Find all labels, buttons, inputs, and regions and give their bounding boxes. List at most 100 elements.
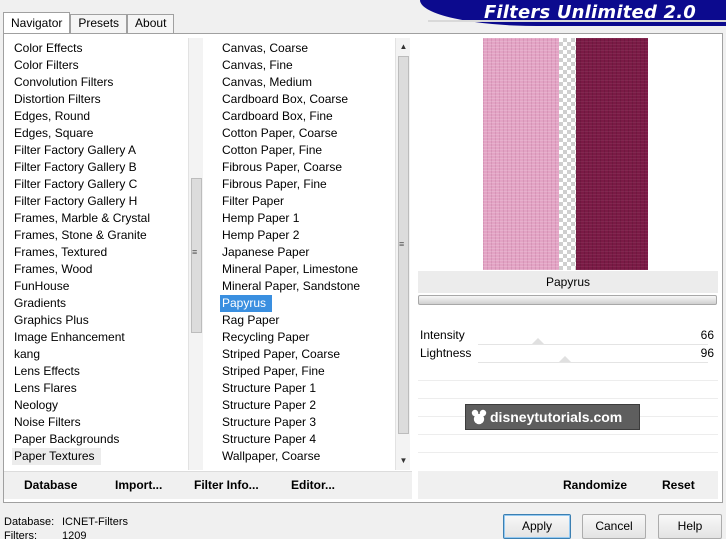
- filter-scrollbar[interactable]: ▲ ≡ ▼: [395, 38, 410, 470]
- list-item[interactable]: Frames, Wood: [12, 261, 187, 278]
- list-item[interactable]: Cardboard Box, Fine: [220, 108, 392, 125]
- scroll-up-icon[interactable]: ▲: [396, 40, 411, 54]
- reset-button[interactable]: Reset: [662, 478, 695, 492]
- filter-info-button[interactable]: Filter Info...: [194, 478, 259, 492]
- app-title: Filters Unlimited 2.0: [483, 2, 696, 23]
- list-item[interactable]: Mineral Paper, Sandstone: [220, 278, 392, 295]
- import-button[interactable]: Import...: [115, 478, 162, 492]
- list-item[interactable]: Filter Paper: [220, 193, 392, 210]
- watermark-text: disneytutorials.com: [490, 409, 623, 425]
- list-item[interactable]: Cotton Paper, Fine: [220, 142, 392, 159]
- list-item-label: Rag Paper: [222, 313, 280, 327]
- list-item[interactable]: Filter Factory Gallery C: [12, 176, 187, 193]
- list-item[interactable]: Edges, Square: [12, 125, 187, 142]
- list-item[interactable]: Convolution Filters: [12, 74, 187, 91]
- list-item-label: Canvas, Medium: [222, 75, 313, 89]
- status-database: Database: ICNET-Filters: [4, 516, 128, 528]
- tab-about[interactable]: About: [127, 14, 175, 33]
- list-item[interactable]: Neology: [12, 397, 187, 414]
- param-track[interactable]: [478, 362, 708, 363]
- list-item[interactable]: Canvas, Medium: [220, 74, 392, 91]
- list-item[interactable]: Graphics Plus: [12, 312, 187, 329]
- list-item[interactable]: Recycling Paper: [220, 329, 392, 346]
- list-item[interactable]: Papyrus: [220, 295, 392, 312]
- list-item-label: Filter Factory Gallery A: [14, 143, 137, 157]
- editor-button[interactable]: Editor...: [291, 478, 335, 492]
- apply-button[interactable]: Apply: [503, 514, 571, 539]
- list-item-label: Convolution Filters: [14, 75, 114, 89]
- title-banner: Filters Unlimited 2.0: [420, 0, 726, 28]
- list-item[interactable]: Fibrous Paper, Coarse: [220, 159, 392, 176]
- list-item[interactable]: Frames, Marble & Crystal: [12, 210, 187, 227]
- list-item[interactable]: Japanese Paper: [220, 244, 392, 261]
- list-item-label: Cotton Paper, Coarse: [222, 126, 338, 140]
- list-item[interactable]: Filter Factory Gallery A: [12, 142, 187, 159]
- list-item[interactable]: Frames, Stone & Granite: [12, 227, 187, 244]
- list-item[interactable]: Color Filters: [12, 57, 187, 74]
- filter-items: Canvas, Coarse Canvas, Fine Canvas, Medium…: [220, 40, 392, 465]
- list-item-label: Frames, Textured: [14, 245, 108, 259]
- filter-list[interactable]: Canvas, Coarse Canvas, Fine Canvas, Medium…: [220, 40, 392, 468]
- list-item-label: Edges, Square: [14, 126, 94, 140]
- list-item[interactable]: Filter Factory Gallery B: [12, 159, 187, 176]
- param-intensity[interactable]: Intensity 66: [418, 326, 718, 345]
- list-item-label: Hemp Paper 1: [222, 211, 300, 225]
- list-item[interactable]: Rag Paper: [220, 312, 392, 329]
- list-item[interactable]: Canvas, Fine: [220, 57, 392, 74]
- list-item[interactable]: Wallpaper, Coarse: [220, 448, 392, 465]
- status-filters-value: 1209: [62, 530, 87, 539]
- list-item[interactable]: Color Effects: [12, 40, 187, 57]
- list-item[interactable]: Gradients: [12, 295, 187, 312]
- list-item-label: Gradients: [14, 296, 67, 310]
- help-button[interactable]: Help: [658, 514, 722, 539]
- list-item[interactable]: Hemp Paper 1: [220, 210, 392, 227]
- list-item[interactable]: Noise Filters: [12, 414, 187, 431]
- param-divider: [418, 452, 718, 453]
- list-item[interactable]: Distortion Filters: [12, 91, 187, 108]
- list-item[interactable]: Structure Paper 2: [220, 397, 392, 414]
- list-item[interactable]: Structure Paper 4: [220, 431, 392, 448]
- list-item[interactable]: Striped Paper, Fine: [220, 363, 392, 380]
- list-item[interactable]: Frames, Textured: [12, 244, 187, 261]
- param-lightness[interactable]: Lightness 96: [418, 344, 718, 363]
- param-value: 66: [700, 328, 714, 342]
- list-item[interactable]: Lens Effects: [12, 363, 187, 380]
- randomize-button[interactable]: Randomize: [563, 478, 627, 492]
- cancel-button[interactable]: Cancel: [582, 514, 646, 539]
- list-item[interactable]: FunHouse: [12, 278, 187, 295]
- list-item-label: Striped Paper, Fine: [222, 364, 325, 378]
- list-item[interactable]: Edges, Round: [12, 108, 187, 125]
- mickey-logo-icon: [471, 409, 487, 425]
- scroll-down-icon[interactable]: ▼: [396, 454, 411, 468]
- list-item-label: Fibrous Paper, Coarse: [222, 160, 343, 174]
- category-scrollbar[interactable]: ≡: [188, 38, 203, 470]
- category-list[interactable]: Color Effects Color Filters Convolution Fi…: [12, 40, 187, 468]
- list-item[interactable]: Filter Factory Gallery H: [12, 193, 187, 210]
- category-items: Color Effects Color Filters Convolution Fi…: [12, 40, 187, 465]
- list-item[interactable]: Fibrous Paper, Fine: [220, 176, 392, 193]
- list-item[interactable]: Mineral Paper, Limestone: [220, 261, 392, 278]
- tab-navigator[interactable]: Navigator: [3, 12, 71, 33]
- list-item[interactable]: kang: [12, 346, 187, 363]
- list-item[interactable]: Hemp Paper 2: [220, 227, 392, 244]
- selected-filter-name: Papyrus: [418, 271, 718, 293]
- list-item[interactable]: Cardboard Box, Coarse: [220, 91, 392, 108]
- list-item[interactable]: Paper Backgrounds: [12, 431, 187, 448]
- list-item-label: kang: [14, 347, 41, 361]
- list-item[interactable]: Striped Paper, Coarse: [220, 346, 392, 363]
- list-item-label: Recycling Paper: [222, 330, 310, 344]
- list-item[interactable]: Lens Flares: [12, 380, 187, 397]
- list-item[interactable]: Paper Textures: [12, 448, 187, 465]
- slider-handle-icon[interactable]: [559, 356, 572, 362]
- list-item[interactable]: Structure Paper 1: [220, 380, 392, 397]
- list-item-label: Filter Factory Gallery B: [14, 160, 137, 174]
- database-button[interactable]: Database: [24, 478, 77, 492]
- param-label: Lightness: [420, 346, 472, 360]
- status-database-value: ICNET-Filters: [62, 516, 128, 528]
- list-item[interactable]: Canvas, Coarse: [220, 40, 392, 57]
- list-item[interactable]: Image Enhancement: [12, 329, 187, 346]
- tab-presets[interactable]: Presets: [70, 14, 128, 33]
- list-item-label: Filter Paper: [222, 194, 285, 208]
- list-item[interactable]: Structure Paper 3: [220, 414, 392, 431]
- list-item[interactable]: Cotton Paper, Coarse: [220, 125, 392, 142]
